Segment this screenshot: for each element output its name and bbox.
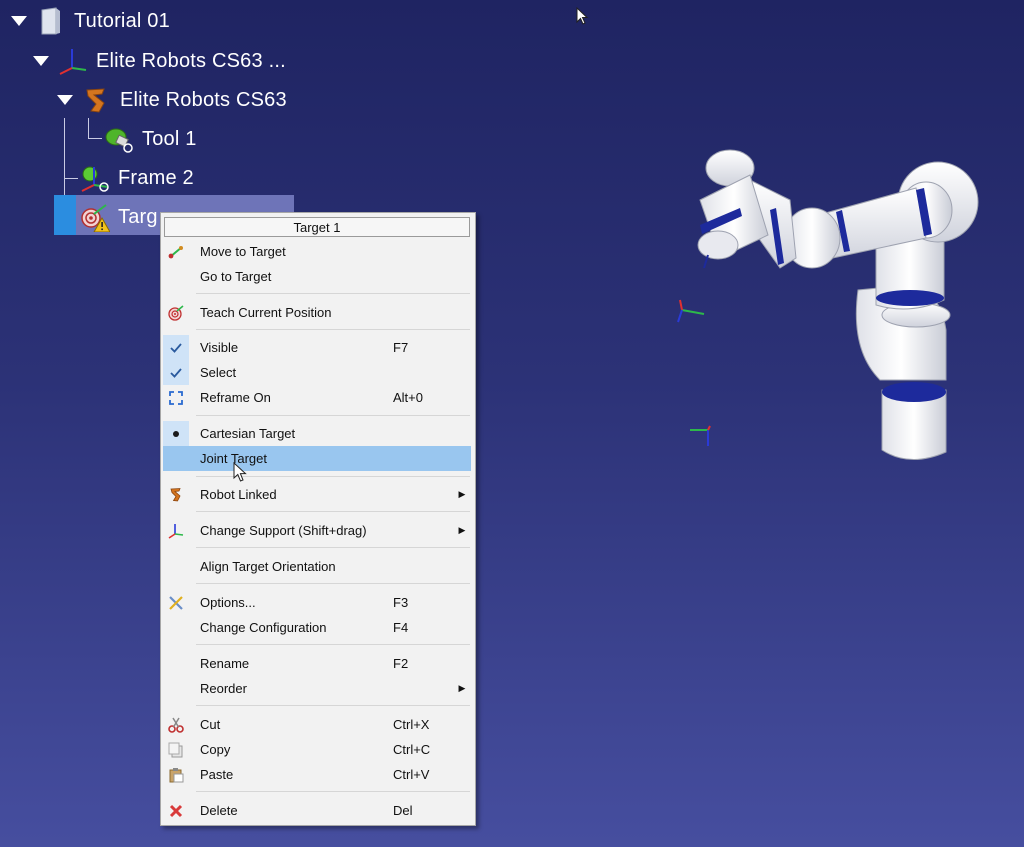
scissors-icon [163,712,189,737]
menu-item-cartesian-target[interactable]: Cartesian Target [163,421,471,446]
target-warning-icon [80,202,111,233]
menu-separator [196,644,470,645]
menu-separator [196,329,470,330]
menu-item-reorder[interactable]: Reorder ▶ [163,676,471,701]
menu-item-align-target-orientation[interactable]: Align Target Orientation [163,554,471,579]
tree-item-robot[interactable]: Elite Robots CS63 [56,83,287,117]
tree-connector [88,138,102,139]
target-icon [163,300,189,325]
target-frame-marker [690,425,711,446]
tree-item-tutorial[interactable]: Tutorial 01 [10,4,170,38]
submenu-arrow-icon: ▶ [458,683,466,693]
menu-item-go-to-target[interactable]: Go to Target [163,264,471,289]
submenu-arrow-icon: ▶ [458,525,466,535]
tree-item-label: Frame 2 [118,166,194,189]
move-target-icon [163,239,189,264]
mouse-cursor-icon [576,7,589,25]
expand-arrow-icon[interactable] [32,52,50,70]
robot-icon [163,482,189,507]
station-icon [36,6,66,36]
menu-separator [196,511,470,512]
menu-item-joint-target[interactable]: Joint Target [163,446,471,471]
check-icon [163,360,189,385]
menu-separator [196,415,470,416]
tree-selection-marker [54,195,76,235]
tree-item-robot-base-frame[interactable]: Elite Robots CS63 ... [32,44,286,78]
menu-separator [196,791,470,792]
menu-item-visible[interactable]: Visible F7 [163,335,471,360]
tree-item-frame[interactable]: Frame 2 [80,161,194,195]
tool-icon [104,124,134,154]
tree-item-target[interactable]: Targ [80,200,158,234]
context-menu-title: Target 1 [164,217,470,237]
menu-item-copy[interactable]: Copy Ctrl+C [163,737,471,762]
options-icon [163,590,189,615]
tree-item-label: Tool 1 [142,127,197,150]
menu-item-change-support[interactable]: Change Support (Shift+drag) ▶ [163,518,471,543]
menu-separator [196,705,470,706]
menu-separator [196,293,470,294]
menu-item-rename[interactable]: Rename F2 [163,651,471,676]
menu-item-cut[interactable]: Cut Ctrl+X [163,712,471,737]
menu-separator [196,583,470,584]
robot-icon [82,85,112,115]
axes-icon [163,518,189,543]
tree-item-label: Elite Robots CS63 ... [96,49,286,72]
menu-separator [196,547,470,548]
tree-connector [88,118,89,138]
menu-item-reframe-on[interactable]: Reframe On Alt+0 [163,385,471,410]
viewport-3d[interactable] [600,140,1020,480]
menu-item-select[interactable]: Select [163,360,471,385]
frame-axes-icon [58,46,88,76]
submenu-arrow-icon: ▶ [458,489,466,499]
reframe-icon [163,385,189,410]
delete-icon [163,798,189,823]
tree-item-label: Tutorial 01 [74,9,170,32]
mouse-cursor-icon [233,462,247,482]
menu-item-move-to-target[interactable]: Move to Target [163,239,471,264]
tree-item-tool[interactable]: Tool 1 [104,122,197,156]
check-icon [163,335,189,360]
target-frame-marker [677,299,705,323]
tree-item-label: Elite Robots CS63 [120,88,287,111]
menu-item-change-configuration[interactable]: Change Configuration F4 [163,615,471,640]
tree-connector [64,178,78,179]
tree-item-label: Targ [118,205,158,228]
context-menu: Target 1 Move to Target Go to Target Tea… [160,212,476,826]
copy-icon [163,737,189,762]
frame-icon [80,163,110,193]
menu-item-robot-linked[interactable]: Robot Linked ▶ [163,482,471,507]
menu-item-options[interactable]: Options... F3 [163,590,471,615]
paste-icon [163,762,189,787]
expand-arrow-icon[interactable] [10,12,28,30]
robot-model[interactable] [600,140,1020,480]
expand-arrow-icon[interactable] [56,91,74,109]
menu-item-delete[interactable]: Delete Del [163,798,471,823]
menu-item-teach-current-position[interactable]: Teach Current Position [163,300,471,325]
menu-item-paste[interactable]: Paste Ctrl+V [163,762,471,787]
bullet-icon [163,421,189,446]
